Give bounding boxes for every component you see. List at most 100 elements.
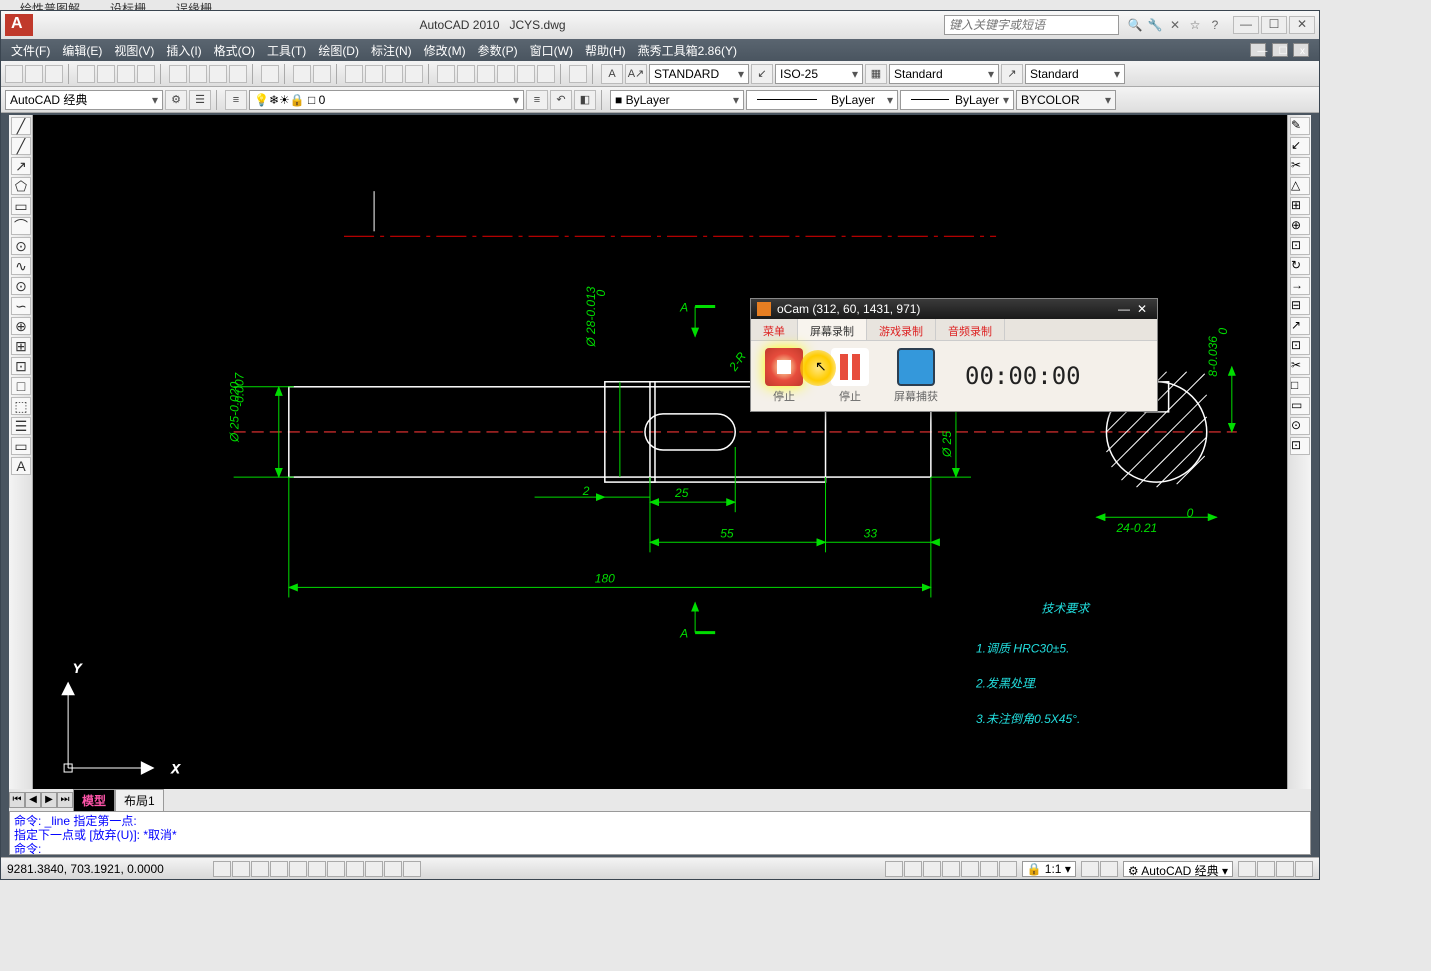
my-workspace-icon[interactable]: ☰ (189, 90, 211, 110)
sheetset-icon[interactable] (497, 65, 515, 83)
modify-tool-11[interactable]: ⊡ (1290, 337, 1310, 355)
menu-insert[interactable]: 插入(I) (160, 40, 207, 61)
steering-wheel-btn[interactable] (980, 861, 998, 877)
menu-draw[interactable]: 绘图(D) (312, 40, 365, 61)
menu-format[interactable]: 格式(O) (208, 40, 261, 61)
modify-tool-3[interactable]: △ (1290, 177, 1310, 195)
modify-tool-9[interactable]: ⊟ (1290, 297, 1310, 315)
table-style-combo[interactable]: Standard (889, 64, 999, 84)
modify-tool-8[interactable]: → (1290, 277, 1310, 295)
text-style-combo[interactable]: STANDARD (649, 64, 749, 84)
layer-combo[interactable]: 💡❄☀🔒 □ 0 (249, 90, 524, 110)
hardware-accel-btn[interactable] (1257, 861, 1275, 877)
quickview-drawings-btn[interactable] (923, 861, 941, 877)
draw-tool-8[interactable]: ⊙ (11, 277, 31, 295)
qp-toggle[interactable] (384, 861, 402, 877)
layer-iso-icon[interactable]: ◧ (574, 90, 596, 110)
quickview-layouts-btn[interactable] (904, 861, 922, 877)
draw-tool-6[interactable]: ⊙ (11, 237, 31, 255)
doc-minimize-button[interactable]: — (1250, 43, 1266, 57)
copy-icon[interactable] (189, 65, 207, 83)
draw-tool-16[interactable]: ▭ (11, 437, 31, 455)
modify-tool-16[interactable]: ⊡ (1290, 437, 1310, 455)
save-icon[interactable] (45, 65, 63, 83)
markup-icon[interactable] (517, 65, 535, 83)
blockeditor-icon[interactable] (261, 65, 279, 83)
draw-tool-11[interactable]: ⊞ (11, 337, 31, 355)
tab-nav-prev-icon[interactable]: ◀ (25, 792, 41, 808)
clean-screen-btn[interactable] (1295, 861, 1313, 877)
ocam-tab-audio-rec[interactable]: 音频录制 (936, 319, 1005, 340)
menu-modify[interactable]: 修改(M) (418, 40, 472, 61)
layer-props-icon[interactable]: ≡ (225, 90, 247, 110)
workspace-switch[interactable]: ⚙ AutoCAD 经典 ▾ (1123, 861, 1233, 877)
osnap-toggle[interactable] (289, 861, 307, 877)
showmotion-btn[interactable] (999, 861, 1017, 877)
draw-tool-4[interactable]: ▭ (11, 197, 31, 215)
redo-icon[interactable] (313, 65, 331, 83)
annotation-autoscale-btn[interactable] (1100, 861, 1118, 877)
text-style-icon[interactable]: A (601, 64, 623, 84)
new-icon[interactable] (5, 65, 23, 83)
model-toggle[interactable] (403, 861, 421, 877)
ocam-capture-button[interactable]: 屏幕捕获 (887, 346, 945, 406)
dim-style-combo[interactable]: ISO-25 (775, 64, 863, 84)
key-icon[interactable]: 🔧 (1147, 17, 1163, 33)
draw-tool-12[interactable]: ⊡ (11, 357, 31, 375)
ocam-minimize-button[interactable]: — (1115, 302, 1133, 316)
modify-tool-0[interactable]: ✎ (1290, 117, 1310, 135)
publish-icon[interactable] (117, 65, 135, 83)
close-button[interactable]: ✕ (1289, 16, 1315, 34)
draw-tool-14[interactable]: ⬚ (11, 397, 31, 415)
tab-model[interactable]: 模型 (73, 789, 115, 812)
infocenter-search-input[interactable] (944, 15, 1119, 35)
modify-tool-13[interactable]: □ (1290, 377, 1310, 395)
menu-edit[interactable]: 编辑(E) (56, 40, 108, 61)
coordinates-display[interactable]: 9281.3840, 703.1921, 0.0000 (7, 862, 207, 876)
menu-view[interactable]: 视图(V) (108, 40, 160, 61)
snap-toggle[interactable] (213, 861, 231, 877)
tab-nav-last-icon[interactable]: ⏭ (57, 792, 73, 808)
menu-tool[interactable]: 工具(T) (261, 40, 312, 61)
draw-tool-17[interactable]: A (11, 457, 31, 475)
annotation-visibility-btn[interactable] (1081, 861, 1099, 877)
isolate-objs-btn[interactable] (1276, 861, 1294, 877)
ocam-tab-screen-rec[interactable]: 屏幕录制 (798, 319, 867, 340)
tab-layout1[interactable]: 布局1 (115, 789, 164, 812)
modify-tool-12[interactable]: ✂ (1290, 357, 1310, 375)
menu-yanxiu[interactable]: 燕秀工具箱2.86(Y) (632, 40, 743, 61)
help-tb-icon[interactable] (569, 65, 587, 83)
menu-window[interactable]: 窗口(W) (524, 40, 579, 61)
open-icon[interactable] (25, 65, 43, 83)
menu-help[interactable]: 帮助(H) (579, 40, 632, 61)
layer-prev-icon[interactable]: ↶ (550, 90, 572, 110)
modify-tool-1[interactable]: ↙ (1290, 137, 1310, 155)
pan-status-btn[interactable] (942, 861, 960, 877)
lineweight-combo[interactable]: ByLayer (900, 90, 1014, 110)
help-icon[interactable]: ? (1207, 17, 1223, 33)
modify-tool-14[interactable]: ▭ (1290, 397, 1310, 415)
designcenter-icon[interactable] (457, 65, 475, 83)
autocad-logo-icon[interactable] (5, 14, 33, 36)
print-icon[interactable] (77, 65, 95, 83)
menu-file[interactable]: 文件(F) (5, 40, 56, 61)
text-style-btn-icon[interactable]: A↗ (625, 64, 647, 84)
minimize-button[interactable]: — (1233, 16, 1259, 34)
menu-param[interactable]: 参数(P) (472, 40, 524, 61)
ortho-toggle[interactable] (251, 861, 269, 877)
tab-nav-next-icon[interactable]: ▶ (41, 792, 57, 808)
modify-tool-5[interactable]: ⊕ (1290, 217, 1310, 235)
workspace-combo[interactable]: AutoCAD 经典 (5, 90, 163, 110)
modify-tool-2[interactable]: ✂ (1290, 157, 1310, 175)
dyn-toggle[interactable] (346, 861, 364, 877)
toolpalette-icon[interactable] (477, 65, 495, 83)
toolbar-lock-btn[interactable] (1238, 861, 1256, 877)
draw-tool-5[interactable]: ⌒ (11, 217, 31, 235)
matchprop-icon[interactable] (229, 65, 247, 83)
dim-style-icon[interactable]: ↙ (751, 64, 773, 84)
workspace-settings-icon[interactable]: ⚙ (165, 90, 187, 110)
modify-tool-4[interactable]: ⊞ (1290, 197, 1310, 215)
draw-tool-7[interactable]: ∿ (11, 257, 31, 275)
modify-tool-15[interactable]: ⊙ (1290, 417, 1310, 435)
star-icon[interactable]: ☆ (1187, 17, 1203, 33)
